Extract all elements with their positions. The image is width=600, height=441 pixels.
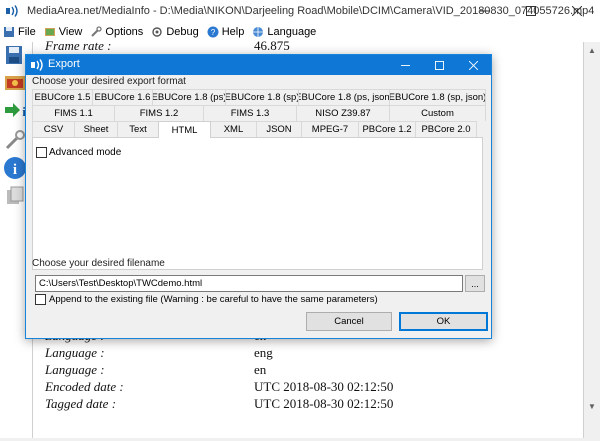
knowledge-base-icon[interactable] bbox=[3, 184, 27, 208]
cancel-button[interactable]: Cancel bbox=[306, 312, 392, 331]
view-icon bbox=[44, 28, 55, 36]
info-value: eng bbox=[254, 345, 273, 360]
minimize-icon bbox=[400, 64, 410, 66]
menu-view[interactable]: View bbox=[44, 26, 83, 38]
preferences-icon[interactable] bbox=[3, 128, 27, 152]
tab-custom[interactable]: Custom bbox=[389, 105, 486, 121]
help-icon: ? bbox=[207, 26, 219, 38]
tab-ebucore-1-5[interactable]: EBUCore 1.5 bbox=[32, 89, 93, 105]
tab-xml[interactable]: XML bbox=[210, 121, 257, 137]
format-tab-row-2: FIMS 1.1 FIMS 1.2 FIMS 1.3 NISO Z39.87 C… bbox=[32, 105, 486, 121]
tab-ebucore-1-8-ps[interactable]: EBUCore 1.8 (ps) bbox=[152, 89, 226, 105]
browse-button[interactable]: ... bbox=[465, 275, 485, 292]
ok-button[interactable]: OK bbox=[399, 312, 488, 331]
advanced-mode-option[interactable]: Advanced mode bbox=[36, 147, 121, 158]
tab-ebucore-1-8-ps-json[interactable]: EBUCore 1.8 (ps, json) bbox=[298, 89, 390, 105]
info-key: Tagged date : bbox=[45, 396, 117, 411]
export-format-group-label: Choose your desired export format bbox=[32, 76, 186, 87]
menu-debug[interactable]: Debug bbox=[151, 26, 199, 38]
tab-text[interactable]: Text bbox=[117, 121, 159, 137]
export-arrow-icon[interactable]: i bbox=[3, 98, 27, 122]
tab-ebucore-1-8-sp[interactable]: EBUCore 1.8 (sp) bbox=[225, 89, 299, 105]
info-key: Frame rate : bbox=[45, 38, 112, 53]
advanced-mode-label: Advanced mode bbox=[49, 147, 122, 158]
close-button[interactable] bbox=[554, 0, 600, 22]
append-checkbox[interactable] bbox=[35, 294, 46, 305]
info-value: 46.875 bbox=[254, 38, 290, 53]
options-icon bbox=[91, 26, 103, 37]
maximize-icon bbox=[434, 60, 444, 70]
open-file-icon[interactable] bbox=[3, 44, 27, 68]
maximize-button[interactable] bbox=[508, 0, 554, 22]
scroll-down-arrow-icon[interactable]: ▼ bbox=[584, 398, 600, 414]
tab-ebucore-1-6[interactable]: EBUCore 1.6 bbox=[92, 89, 153, 105]
export-dialog-titlebar[interactable]: Export bbox=[26, 55, 491, 75]
filename-input[interactable]: C:\Users\Test\Desktop\TWCdemo.html bbox=[35, 275, 463, 292]
append-option[interactable]: Append to the existing file (Warning : b… bbox=[35, 294, 378, 305]
tab-html[interactable]: HTML bbox=[158, 121, 211, 138]
debug-icon bbox=[152, 27, 163, 37]
format-tab-row-3: CSV Sheet Text HTML XML JSON MPEG-7 PBCo… bbox=[32, 121, 486, 138]
format-tab-row-1: EBUCore 1.5 EBUCore 1.6 EBUCore 1.8 (ps)… bbox=[32, 89, 486, 105]
info-key: Language : bbox=[45, 345, 105, 360]
info-value: UTC 2018-08-30 02:12:50 bbox=[254, 379, 394, 394]
info-value: UTC 2018-08-30 02:12:50 bbox=[254, 396, 394, 411]
maximize-icon bbox=[526, 6, 536, 16]
mediainfo-app-icon bbox=[6, 5, 18, 17]
menu-options-label: Options bbox=[105, 26, 144, 38]
open-folder-icon[interactable] bbox=[3, 70, 27, 94]
about-info-icon[interactable]: i bbox=[3, 156, 27, 180]
advanced-mode-checkbox[interactable] bbox=[36, 147, 47, 158]
info-key: Encoded date : bbox=[45, 379, 124, 394]
filename-group-label: Choose your desired filename bbox=[32, 258, 165, 269]
info-key: Language : bbox=[45, 362, 105, 377]
svg-text:?: ? bbox=[211, 28, 216, 37]
scroll-up-arrow-icon[interactable]: ▲ bbox=[584, 42, 600, 58]
dialog-maximize-button[interactable] bbox=[422, 55, 456, 75]
svg-text:i: i bbox=[13, 162, 17, 178]
mediainfo-app-icon bbox=[31, 59, 43, 71]
vertical-scrollbar[interactable]: ▲ ▼ bbox=[584, 42, 600, 438]
dialog-close-button[interactable] bbox=[456, 55, 490, 75]
tab-ebucore-1-8-sp-json[interactable]: EBUCore 1.8 (sp, json) bbox=[389, 89, 486, 105]
menu-view-label: View bbox=[58, 26, 83, 38]
tab-pbcore-1-2[interactable]: PBCore 1.2 bbox=[358, 121, 416, 137]
close-icon bbox=[572, 6, 582, 16]
menu-file-label: File bbox=[18, 26, 36, 38]
append-label: Append to the existing file (Warning : b… bbox=[49, 294, 378, 305]
menu-debug-label: Debug bbox=[166, 26, 199, 38]
export-dialog: Export Choose your desired export format… bbox=[25, 54, 492, 339]
tab-fims-1-2[interactable]: FIMS 1.2 bbox=[114, 105, 204, 121]
tab-fims-1-1[interactable]: FIMS 1.1 bbox=[32, 105, 115, 121]
tab-json[interactable]: JSON bbox=[256, 121, 302, 137]
filename-group: Choose your desired filename C:\Users\Te… bbox=[29, 258, 489, 308]
close-icon bbox=[468, 60, 478, 70]
tab-fims-1-3[interactable]: FIMS 1.3 bbox=[203, 105, 297, 121]
menu-help[interactable]: ? Help bbox=[207, 26, 245, 38]
tab-sheet[interactable]: Sheet bbox=[74, 121, 118, 137]
info-value: en bbox=[254, 362, 267, 377]
language-icon bbox=[253, 27, 264, 37]
html-tab-panel: Advanced mode bbox=[32, 137, 483, 270]
tab-niso-z39-87[interactable]: NISO Z39.87 bbox=[296, 105, 390, 121]
minimize-icon bbox=[480, 10, 490, 12]
menu-help-label: Help bbox=[221, 26, 245, 38]
dialog-minimize-button[interactable] bbox=[388, 55, 422, 75]
export-dialog-title: Export bbox=[48, 58, 80, 70]
tab-mpeg-7[interactable]: MPEG-7 bbox=[301, 121, 359, 137]
menu-language[interactable]: Language bbox=[252, 26, 316, 38]
main-window-titlebar[interactable]: MediaArea.net/MediaInfo - D:\Media\NIKON… bbox=[0, 0, 600, 22]
menu-file[interactable]: File bbox=[3, 26, 36, 38]
tab-csv[interactable]: CSV bbox=[32, 121, 75, 137]
menu-options[interactable]: Options bbox=[90, 26, 143, 38]
file-icon bbox=[4, 27, 14, 37]
tab-pbcore-2-0[interactable]: PBCore 2.0 bbox=[415, 121, 477, 137]
menu-language-label: Language bbox=[267, 26, 317, 38]
minimize-button[interactable] bbox=[462, 0, 508, 22]
